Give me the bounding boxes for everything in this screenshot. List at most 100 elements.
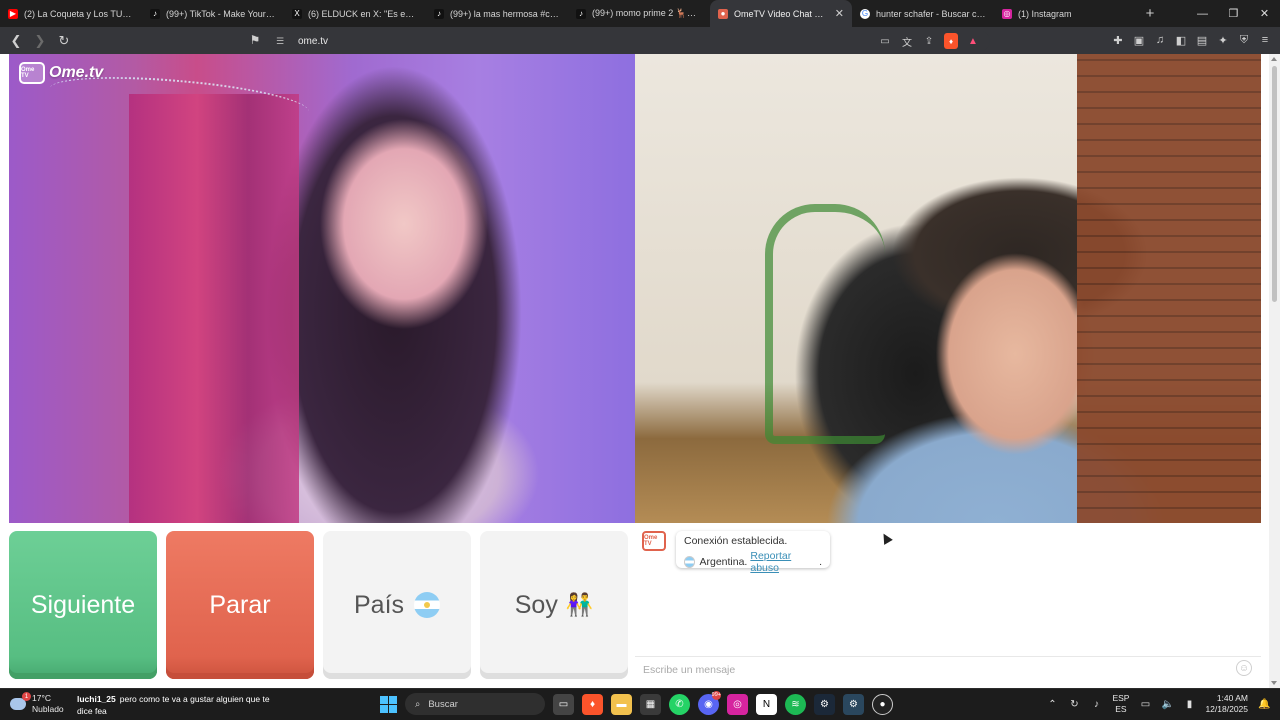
tab-strip: ▶ (2) La Coqueta y Los TURROS - ... ♪ (9… — [0, 0, 1280, 27]
clock[interactable]: 1:40 AM 12/18/2025 — [1205, 693, 1248, 715]
tab-label: (99+) la mas hermosa #coqueta... — [450, 8, 560, 19]
brave-icon[interactable]: ♦ — [582, 693, 603, 715]
partner-country: Argentina. — [699, 556, 748, 568]
address-bar[interactable]: ☰ ome.tv ▭ 文 ⇪ ♦ ▲ — [270, 31, 990, 51]
steam-icon[interactable]: ⚙ — [843, 693, 864, 715]
tiktok-icon: ♪ — [576, 8, 586, 19]
language-bottom: ES — [1115, 704, 1127, 714]
page-scrollbar[interactable] — [1269, 54, 1280, 688]
site-info-icon[interactable]: ☰ — [276, 36, 290, 47]
browser-tab[interactable]: ▶ (2) La Coqueta y Los TURROS - ... — [0, 0, 142, 27]
toolbar-extensions: ✚ ▣ ♫ ◧ ▤ ✦ ⛨ ≡ — [1111, 31, 1272, 49]
input-language[interactable]: ESP ES — [1112, 693, 1129, 715]
minimize-icon[interactable]: — — [1187, 0, 1218, 27]
report-abuse-link[interactable]: Reportar abuso — [750, 550, 819, 574]
weather-widget[interactable]: 17°C Nublado — [10, 692, 64, 715]
battery-icon[interactable]: ▮ — [1183, 699, 1195, 710]
new-tab-button[interactable]: + — [1136, 0, 1164, 27]
obs-icon[interactable]: ● — [872, 693, 893, 715]
google-icon: G — [860, 8, 870, 19]
argentina-flag-icon — [684, 556, 696, 568]
browser-tab[interactable]: X (6) ELDUCK en X: "Es este? Kja... — [284, 0, 426, 27]
back-arrow-icon[interactable]: ❮ — [6, 31, 26, 51]
network-icon[interactable]: ▭ — [1139, 699, 1151, 710]
gender-button[interactable]: Soy 👫 — [480, 531, 628, 679]
ometv-logo[interactable]: Ome TV Ome.tv — [19, 62, 103, 84]
tab-label: (6) ELDUCK en X: "Es este? Kja... — [308, 8, 418, 19]
microphone-icon[interactable]: ♪ — [1090, 699, 1102, 710]
share-icon[interactable]: ⇪ — [922, 33, 936, 49]
clock-date: 12/18/2025 — [1205, 704, 1248, 714]
discord-badge: 99+ — [711, 690, 721, 700]
stop-button[interactable]: Parar — [166, 531, 314, 679]
next-button-label: Siguiente — [30, 590, 136, 619]
whatsapp-icon[interactable]: ✆ — [669, 693, 690, 715]
forward-arrow-icon[interactable]: ❯ — [30, 31, 50, 51]
scrollbar-thumb[interactable] — [1272, 66, 1277, 302]
country-button[interactable]: País — [323, 531, 471, 679]
argentina-flag-icon — [414, 592, 441, 618]
windows-start-icon[interactable] — [380, 695, 397, 713]
notification-preview[interactable]: luchi1_25 pero como te va a gustar alguie… — [77, 693, 287, 717]
tab-label: (99+) TikTok - Make Your Day — [166, 8, 276, 19]
brave-rewards-icon[interactable]: ▲ — [966, 33, 980, 49]
tiktok-icon: ♪ — [150, 8, 160, 19]
media-icon[interactable]: ♫ — [1153, 31, 1167, 49]
notion-icon[interactable]: N — [756, 693, 777, 715]
wallet-icon[interactable]: ▤ — [1195, 31, 1209, 49]
screenshot-icon[interactable]: ▣ — [1132, 31, 1146, 49]
browser-tab[interactable]: ♪ (99+) la mas hermosa #coqueta... — [426, 0, 568, 27]
extensions-icon[interactable]: ✚ — [1111, 31, 1125, 49]
instagram-icon[interactable]: ◎ — [727, 693, 748, 715]
sync-icon[interactable]: ↻ — [1068, 699, 1080, 710]
weather-description: Nublado — [32, 704, 64, 714]
vpn-icon[interactable]: ⛨ — [1237, 31, 1251, 49]
ometv-chat-logo-icon: Ome TV — [642, 531, 666, 551]
browser-tab[interactable]: ♪ (99+) momo prime 2 🦌🦌 #f... — [568, 0, 710, 27]
cast-icon[interactable]: ▭ — [878, 33, 892, 49]
stop-button-label: Parar — [209, 590, 271, 619]
volume-icon[interactable]: 🔈 — [1161, 699, 1173, 710]
scroll-down-icon[interactable] — [1271, 681, 1277, 685]
translate-icon[interactable]: 文 — [900, 33, 914, 49]
reload-icon[interactable]: ↻ — [54, 31, 74, 51]
browser-tab[interactable]: G hunter schafer - Buscar con Go... — [852, 0, 994, 27]
tiktok-icon: ♪ — [434, 8, 444, 19]
bookmark-icon[interactable]: ⚑ — [247, 31, 263, 49]
restore-icon[interactable]: ❐ — [1218, 0, 1249, 27]
address-bar-actions: ▭ 文 ⇪ ♦ ▲ — [878, 33, 980, 49]
windows-taskbar: 17°C Nublado luchi1_25pero como te va a … — [0, 688, 1280, 720]
leo-ai-icon[interactable]: ✦ — [1216, 31, 1230, 49]
file-explorer-icon[interactable]: ▬ — [611, 693, 632, 715]
couple-icon: 👫 — [565, 592, 594, 617]
message-input[interactable]: Escribe un mensaje — [635, 656, 1261, 682]
spotify-icon[interactable]: ≋ — [785, 693, 806, 715]
taskbar-search[interactable]: ⌕ Buscar — [405, 693, 545, 715]
x-icon: X — [292, 8, 302, 19]
discord-icon[interactable]: ◉ 99+ — [698, 690, 721, 715]
system-message: Conexión establecida. Argentina. Reporta… — [676, 531, 830, 574]
browser-tab[interactable]: ♪ (99+) TikTok - Make Your Day — [142, 0, 284, 27]
brave-shields-icon[interactable]: ♦ — [944, 33, 958, 49]
browser-tab[interactable]: ◎ (1) Instagram — [994, 0, 1136, 27]
video-background — [765, 204, 885, 444]
task-view-icon[interactable]: ▭ — [553, 693, 574, 715]
emoji-icon[interactable]: ☺ — [1236, 660, 1252, 676]
store-icon[interactable]: ▦ — [640, 693, 661, 715]
local-video — [635, 54, 1261, 523]
tab-label: (2) La Coqueta y Los TURROS - ... — [24, 8, 134, 19]
next-button[interactable]: Siguiente — [9, 531, 157, 679]
chevron-up-icon[interactable]: ⌃ — [1046, 699, 1058, 710]
close-window-icon[interactable]: ✕ — [1249, 0, 1280, 27]
sidebar-icon[interactable]: ◧ — [1174, 31, 1188, 49]
notifications-icon[interactable]: 🔔 — [1258, 699, 1270, 710]
search-icon: ⌕ — [415, 698, 421, 710]
steam-icon[interactable]: ⚙ — [814, 693, 835, 715]
browser-toolbar: ❮ ❯ ↻ ⚑ ☰ ome.tv ▭ 文 ⇪ ♦ ▲ ✚ ▣ ♫ ◧ ▤ ✦ ⛨… — [0, 27, 1280, 54]
url-text[interactable]: ome.tv — [298, 36, 328, 47]
browser-tab-active[interactable]: ● OmeTV Video Chat — ... ✕ — [710, 0, 852, 27]
menu-icon[interactable]: ≡ — [1258, 31, 1272, 49]
close-tab-icon[interactable]: ✕ — [835, 7, 844, 20]
notification-user: luchi1_25 — [77, 694, 116, 704]
scroll-up-icon[interactable] — [1271, 57, 1277, 61]
